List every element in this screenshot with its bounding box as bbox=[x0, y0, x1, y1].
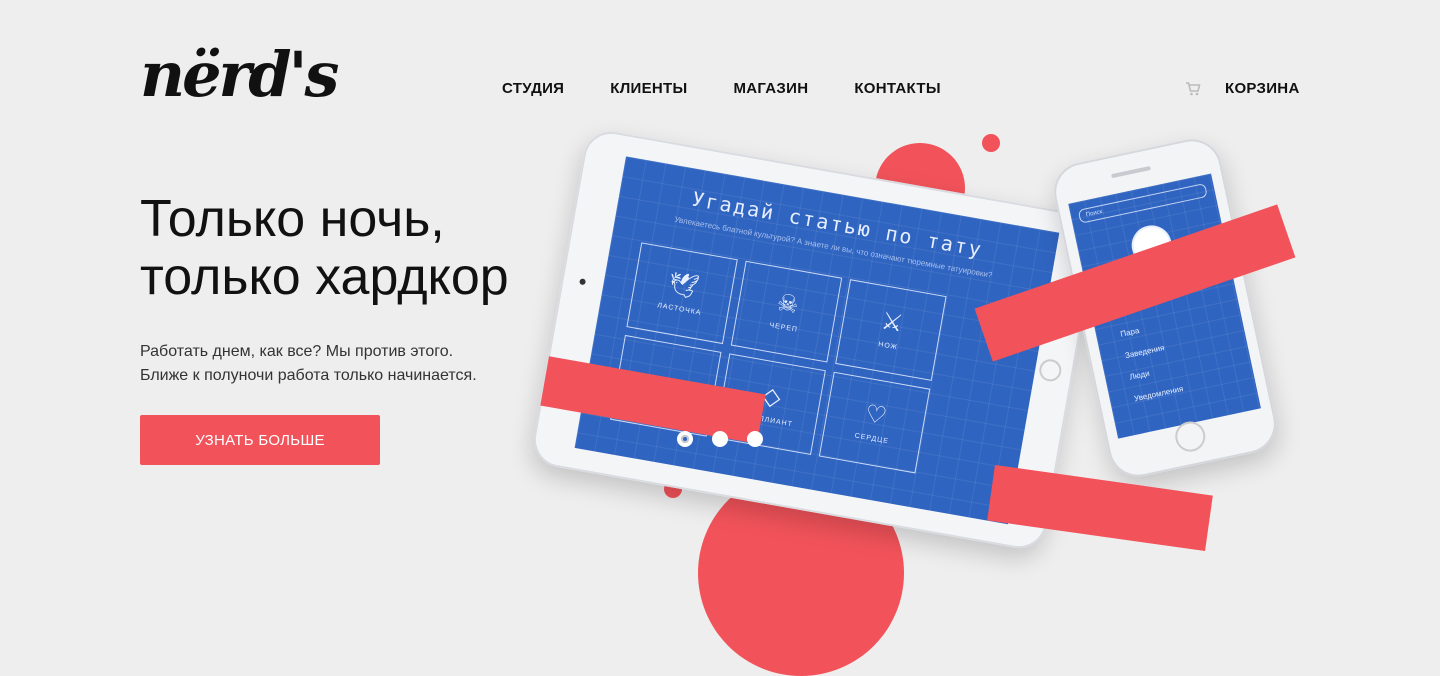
learn-more-button[interactable]: УЗНАТЬ БОЛЬШЕ bbox=[140, 415, 380, 465]
tattoo-tile-grid: 🕊 ЛАСТОЧКА ☠ ЧЕРЕП ⚔ НОЖ ◇ БРИЛЛИАНТ ♡ С… bbox=[610, 242, 947, 474]
slider-dot-2[interactable] bbox=[712, 431, 728, 447]
skull-icon: ☠ bbox=[774, 288, 801, 319]
nav-item-shop[interactable]: МАГАЗИН bbox=[734, 80, 809, 97]
tile-swallow: 🕊 ЛАСТОЧКА bbox=[626, 242, 738, 345]
hero-headline: Только ночь, только хардкор bbox=[140, 190, 600, 306]
knife-icon: ⚔ bbox=[879, 306, 906, 338]
hero-headline-line-1: Только ночь, bbox=[140, 190, 445, 248]
nav-item-studio[interactable]: СТУДИЯ bbox=[502, 80, 564, 97]
main-nav: СТУДИЯ КЛИЕНТЫ МАГАЗИН КОНТАКТЫ bbox=[502, 80, 941, 97]
nav-item-clients[interactable]: КЛИЕНТЫ bbox=[610, 80, 687, 97]
phone-search-field: Поиск bbox=[1077, 182, 1208, 224]
slider-pagination bbox=[677, 431, 763, 447]
heart-icon: ♡ bbox=[863, 399, 889, 430]
decor-circle-small-top bbox=[982, 134, 1000, 152]
swallow-icon: 🕊 bbox=[666, 269, 701, 302]
hero-headline-line-2: только хардкор bbox=[140, 248, 509, 306]
tile-knife: ⚔ НОЖ bbox=[835, 279, 947, 381]
phone-speaker bbox=[1111, 165, 1151, 179]
tablet-camera bbox=[579, 278, 587, 286]
tile-label: ЛАСТОЧКА bbox=[656, 301, 702, 317]
tile-heart: ♡ СЕРДЦЕ bbox=[818, 371, 931, 474]
slider-dot-3[interactable] bbox=[747, 431, 763, 447]
slider-dot-1[interactable] bbox=[677, 431, 693, 447]
phone-menu: Пара Заведения Люди Уведомления bbox=[1105, 299, 1256, 413]
hero-lead-line-2: Ближе к полуночи работа только начинаетс… bbox=[140, 367, 477, 384]
cart-label: КОРЗИНА bbox=[1225, 80, 1300, 97]
tile-label: ЧЕРЕП bbox=[768, 321, 799, 334]
nav-item-contacts[interactable]: КОНТАКТЫ bbox=[854, 80, 940, 97]
tile-label: НОЖ bbox=[877, 340, 899, 351]
hero-lead: Работать днем, как все? Мы против этого.… bbox=[140, 340, 540, 388]
cart-icon bbox=[1186, 81, 1201, 95]
logo[interactable]: nërd's bbox=[140, 44, 339, 106]
tile-skull: ☠ ЧЕРЕП bbox=[730, 260, 843, 363]
tile-label: СЕРДЦЕ bbox=[854, 431, 890, 445]
tablet-home-button bbox=[1037, 357, 1064, 384]
cart-link[interactable]: КОРЗИНА bbox=[1185, 80, 1300, 97]
hero-lead-line-1: Работать днем, как все? Мы против этого. bbox=[140, 343, 454, 360]
